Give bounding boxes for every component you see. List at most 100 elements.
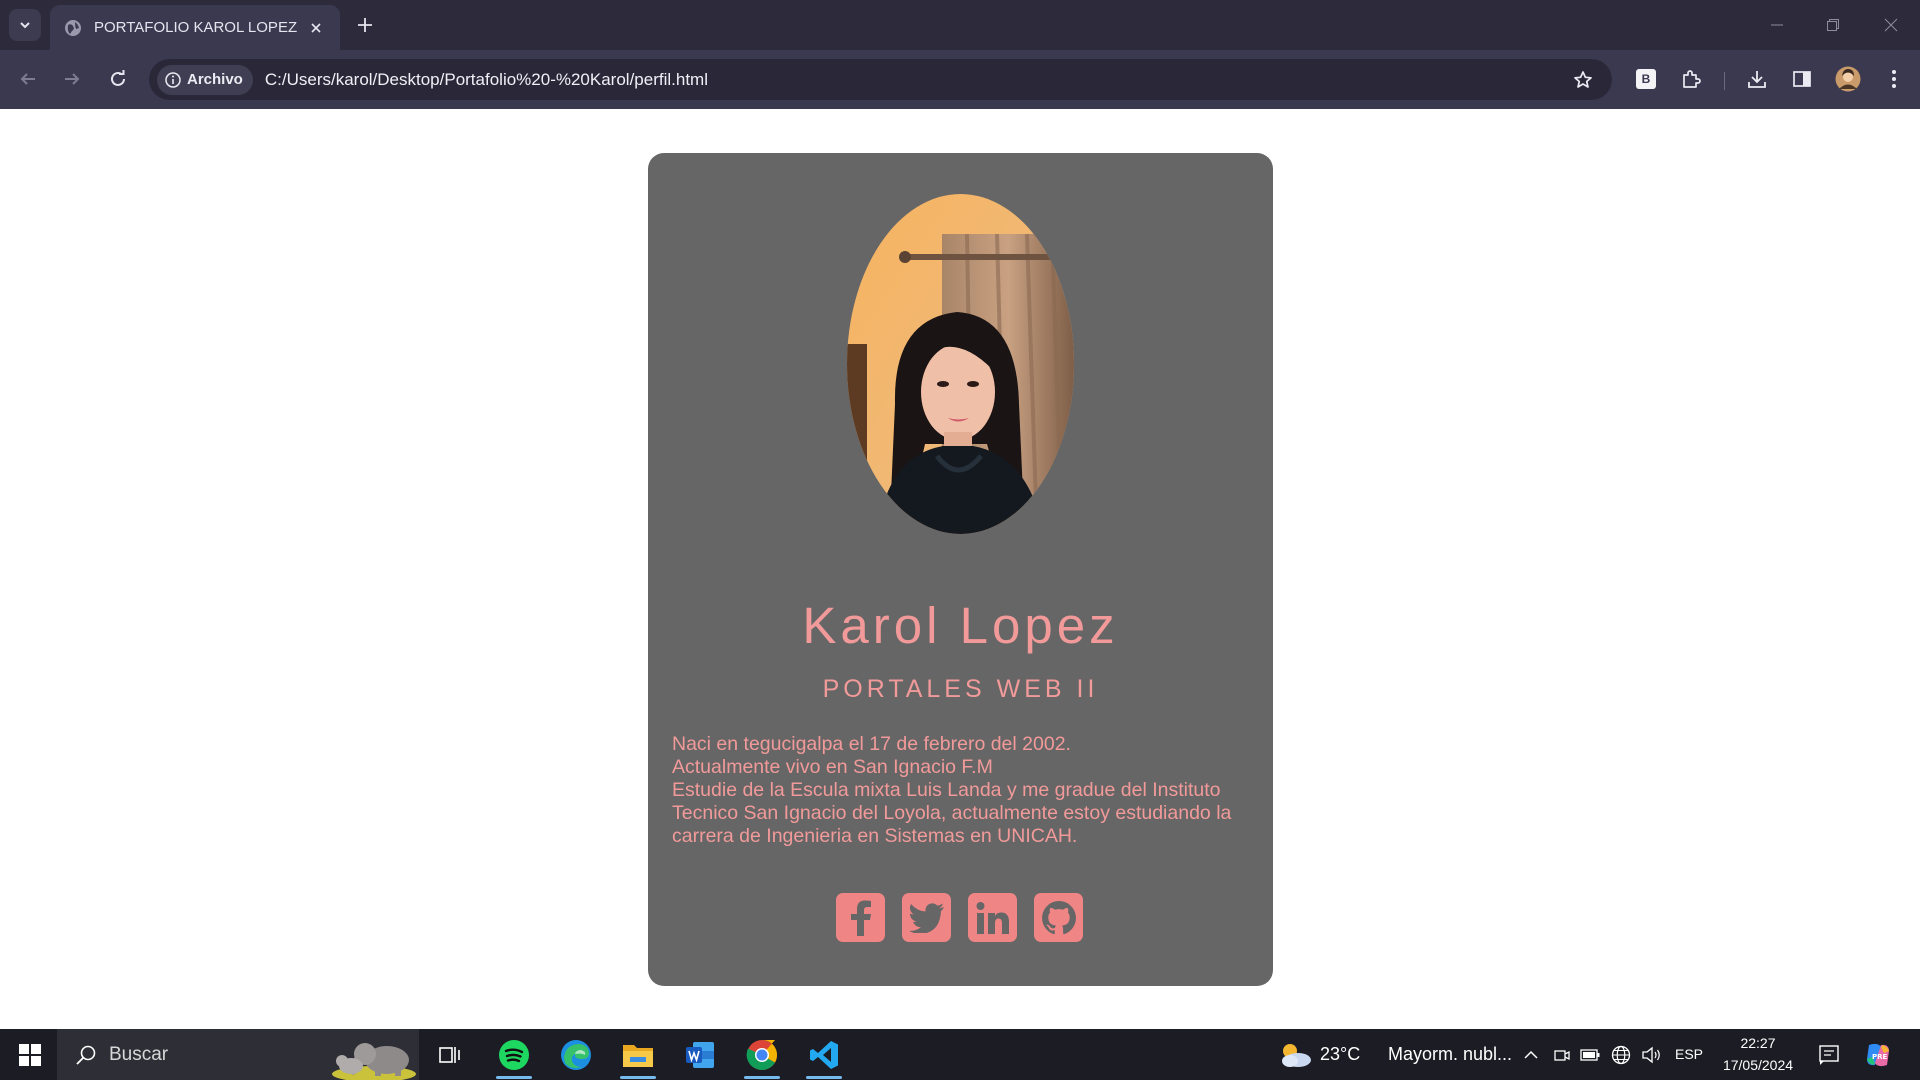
new-tab-button[interactable] (352, 12, 378, 38)
info-icon (165, 71, 181, 88)
search-placeholder: Buscar (109, 1043, 169, 1065)
browser-toolbar: Archivo C:/Users/karol/Desktop/Portafoli… (0, 50, 1920, 109)
bio-line: Actualmente vivo en San Ignacio F.M (672, 756, 993, 778)
downloads-button[interactable] (1743, 65, 1771, 93)
weather-temp[interactable]: 23°C (1320, 1044, 1360, 1065)
meet-now-icon[interactable] (1553, 1046, 1571, 1064)
github-link[interactable] (1034, 893, 1083, 942)
battery-icon[interactable] (1580, 1048, 1600, 1062)
weather-desc[interactable]: Mayorm. nubl... (1388, 1044, 1512, 1065)
twitter-icon (908, 902, 944, 933)
active-indicator (620, 1076, 656, 1079)
minimize-button[interactable] (1757, 10, 1797, 40)
spotify-app[interactable] (488, 1029, 540, 1080)
side-panel-icon (1793, 71, 1811, 87)
extension-b-button[interactable]: B (1632, 65, 1660, 93)
close-window-button[interactable] (1871, 10, 1911, 40)
active-indicator (744, 1076, 780, 1079)
globe-icon (65, 19, 81, 36)
spotify-icon (499, 1039, 529, 1070)
chevron-up-icon[interactable] (1523, 1047, 1539, 1063)
minimize-icon (1771, 24, 1783, 26)
site-info-chip[interactable]: Archivo (157, 64, 253, 95)
twitter-link[interactable] (902, 893, 951, 942)
language-indicator[interactable]: ESP (1674, 1046, 1704, 1062)
tab-title: PORTAFOLIO KAROL LOPEZ (94, 19, 298, 36)
page-viewport: Karol Lopez PORTALES WEB II Naci en tegu… (0, 109, 1920, 1029)
file-explorer-app[interactable] (612, 1029, 664, 1080)
copilot-icon[interactable]: PRE (1864, 1041, 1892, 1069)
menu-button[interactable] (1880, 65, 1908, 93)
plus-icon (358, 18, 372, 32)
active-tab[interactable]: PORTAFOLIO KAROL LOPEZ (50, 5, 340, 50)
chrome-icon (746, 1039, 778, 1070)
edge-icon (561, 1039, 591, 1070)
volume-icon[interactable] (1641, 1046, 1661, 1064)
chrome-app[interactable] (736, 1029, 788, 1080)
word-app[interactable] (674, 1029, 726, 1080)
extensions-button[interactable] (1677, 65, 1705, 93)
close-icon (1884, 18, 1898, 32)
url-text[interactable]: C:/Users/karol/Desktop/Portafolio%20-%20… (265, 70, 1568, 90)
linkedin-link[interactable] (968, 893, 1017, 942)
close-icon (311, 22, 321, 33)
site-chip-label: Archivo (187, 71, 243, 88)
extension-b-icon: B (1636, 69, 1656, 89)
kebab-menu-icon (1892, 70, 1896, 88)
arrow-left-icon (20, 73, 35, 85)
file-explorer-icon (623, 1044, 653, 1067)
star-icon (1574, 70, 1592, 88)
active-indicator (496, 1076, 532, 1079)
vscode-icon (810, 1040, 838, 1069)
puzzle-icon (1683, 70, 1701, 88)
reload-button[interactable] (103, 64, 133, 94)
restore-icon (1827, 19, 1839, 31)
forward-button[interactable] (57, 64, 87, 94)
active-indicator (806, 1076, 842, 1079)
bio-line: Estudie de la Escula mixta Luis Landa y … (672, 779, 1232, 847)
tab-close-button[interactable] (306, 18, 326, 38)
restore-button[interactable] (1813, 10, 1853, 40)
search-icon (76, 1045, 96, 1065)
edge-app[interactable] (550, 1029, 602, 1080)
avatar (1835, 66, 1861, 92)
vscode-app[interactable] (798, 1029, 850, 1080)
reload-icon (111, 70, 125, 86)
word-icon (686, 1041, 714, 1068)
social-links (836, 893, 1083, 943)
back-button[interactable] (13, 64, 43, 94)
bookmark-button[interactable] (1568, 65, 1598, 95)
download-icon (1748, 71, 1766, 88)
address-bar[interactable]: Archivo C:/Users/karol/Desktop/Portafoli… (149, 59, 1612, 100)
facebook-icon (850, 900, 871, 936)
linkedin-icon (976, 901, 1009, 934)
tab-search-button[interactable] (9, 9, 41, 41)
weather-cloud-icon (1282, 1044, 1311, 1067)
profile-button[interactable] (1834, 65, 1862, 93)
profile-bio: Naci en tegucigalpa el 17 de febrero del… (672, 733, 1252, 848)
taskbar-search[interactable]: Buscar (57, 1029, 419, 1080)
clock[interactable]: 22:27 17/05/2024 (1712, 1033, 1804, 1077)
side-panel-button[interactable] (1788, 65, 1816, 93)
start-icon (19, 1043, 41, 1066)
task-view-button[interactable] (424, 1029, 476, 1080)
clock-time: 22:27 (1740, 1035, 1776, 1051)
profile-subtitle: PORTALES WEB II (822, 675, 1099, 703)
toolbar-divider (1724, 72, 1725, 90)
task-view-icon (439, 1046, 460, 1063)
notifications-icon[interactable] (1818, 1044, 1840, 1066)
globe-icon[interactable] (1611, 1045, 1631, 1065)
chevron-down-icon (20, 22, 30, 29)
arrow-right-icon (65, 73, 80, 85)
taskbar: Buscar 23°C Mayorm. nubl... ESP 22:27 17… (0, 1029, 1920, 1080)
tab-strip: PORTAFOLIO KAROL LOPEZ (0, 0, 1920, 50)
profile-card: Karol Lopez PORTALES WEB II Naci en tegu… (648, 153, 1273, 986)
bio-line: Naci en tegucigalpa el 17 de febrero del… (672, 733, 1071, 755)
facebook-link[interactable] (836, 893, 885, 942)
profile-photo (847, 194, 1074, 534)
svg-text:PRE: PRE (1872, 1053, 1888, 1061)
start-button[interactable] (4, 1029, 56, 1080)
elephant-illustration-icon (332, 1043, 416, 1080)
profile-name: Karol Lopez (802, 597, 1119, 654)
clock-date: 17/05/2024 (1722, 1057, 1794, 1073)
